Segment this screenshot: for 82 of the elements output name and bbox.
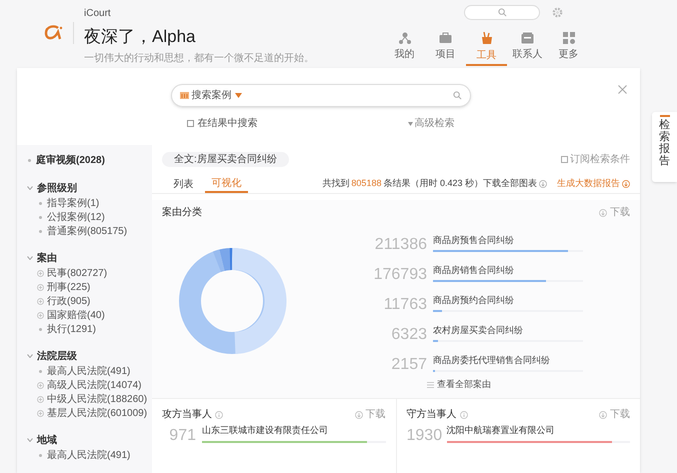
sidebar-item[interactable]: 公报案例(12) [47, 210, 105, 224]
bullet-icon [28, 158, 31, 162]
sidebar-item[interactable]: 最高人民法院(491) [47, 448, 130, 462]
nav-tab[interactable]: 我的 [384, 30, 425, 66]
contact-card-icon [521, 32, 534, 44]
sidebar-item[interactable]: 高级人民法院(14074) [47, 378, 142, 392]
panel-title: 攻方当事人 [162, 408, 212, 422]
sidebar-item[interactable]: 刑事(225) [47, 280, 90, 294]
info-icon [215, 410, 223, 418]
sidebar-item[interactable]: 中级人民法院(188260) [47, 392, 148, 406]
party-name[interactable]: 沈阳中航瑞赛置业有限公司 [446, 424, 630, 438]
chevron-icon[interactable] [27, 354, 33, 358]
result-count: 805188 [351, 177, 382, 190]
cause-label[interactable]: 农村房屋买卖合同纠纷 [433, 324, 583, 337]
case-count: 176793 [372, 266, 427, 284]
app-name: iCourt [84, 7, 112, 21]
sidebar-item[interactable]: 指导案例(1) [47, 196, 100, 210]
filter-chip[interactable]: 全文:房屋买卖合同纠纷 [162, 152, 289, 167]
chevron-icon[interactable] [27, 256, 33, 260]
motto-text: 一切伟大的行动和思想，都有一个微不足道的开始。 [84, 52, 314, 66]
caret-icon [234, 93, 242, 98]
grid-icon [562, 32, 574, 44]
search-icon [498, 8, 506, 17]
caret-icon [408, 122, 412, 126]
cause-label[interactable]: 商品房预售合同纠纷 [433, 234, 583, 247]
view-all-link[interactable]: 查看全部案由 [427, 378, 583, 392]
download-icon [622, 180, 630, 188]
party-count: 1930 [406, 426, 440, 444]
nav-tab[interactable]: 联系人 [507, 30, 548, 66]
nav-tab[interactable]: 项目 [425, 30, 466, 66]
download-icon [354, 410, 362, 418]
logo-icon [43, 24, 63, 42]
nav-tab[interactable]: 更多 [548, 30, 589, 66]
case-count: 6323 [390, 326, 427, 344]
search-icon [452, 91, 462, 100]
case-icon [180, 91, 188, 100]
party-count: 971 [168, 426, 196, 444]
result-summary: 条结果（用时 0.423 秒）下载全部图表 [383, 177, 537, 190]
checkbox[interactable] [186, 120, 194, 127]
close-icon[interactable] [618, 85, 627, 94]
cause-label[interactable]: 商品房销售合同纠纷 [433, 264, 583, 277]
download-icon [599, 208, 607, 216]
settings-icon[interactable] [552, 7, 563, 18]
result-summary: 共找到 [322, 177, 350, 190]
case-count: 211386 [374, 236, 427, 254]
search-scope[interactable]: 搜索案例 [192, 88, 232, 103]
sidebar-heading[interactable]: 法院层级 [37, 348, 77, 364]
download-icon[interactable] [539, 180, 547, 188]
case-count: 11763 [382, 296, 427, 314]
briefcase-icon [439, 32, 452, 44]
panel-title: 案由分类 [162, 206, 202, 220]
cause-label[interactable]: 商品房委托代理销售合同纠纷 [433, 354, 583, 367]
list-icon [427, 382, 434, 388]
sidebar-item[interactable]: 普通案例(805175) [47, 224, 128, 238]
sidebar-heading[interactable]: 地域 [37, 432, 57, 448]
download-icon [599, 410, 607, 418]
view-tab[interactable]: 列表 [162, 175, 205, 193]
side-report-tab[interactable]: 检索报告 [652, 112, 677, 182]
people-icon [398, 32, 410, 44]
party-name[interactable]: 山东三联城市建设有限责任公司 [202, 424, 386, 438]
sidebar-heading[interactable]: 庭审视频(2028) [36, 152, 105, 168]
checkbox[interactable] [561, 156, 568, 163]
sidebar-item[interactable]: 最高人民法院(491) [47, 364, 130, 378]
sidebar-item[interactable]: 执行(1291) [47, 322, 96, 336]
checkbox-label: 在结果中搜索 [198, 116, 258, 131]
case-count: 2157 [390, 356, 427, 374]
search-field[interactable] [464, 5, 540, 20]
search-bar[interactable]: 搜索案例 [170, 84, 470, 107]
sidebar-item[interactable]: 国家赔偿(40) [47, 308, 105, 322]
sidebar-heading[interactable]: 案由 [37, 250, 57, 266]
advanced-search-link[interactable]: 高级检索 [408, 116, 454, 131]
sidebar-item[interactable]: 民事(802727) [47, 266, 108, 280]
sidebar-heading[interactable]: 参照级别 [37, 180, 77, 196]
chevron-icon[interactable] [27, 438, 33, 442]
chevron-icon[interactable] [27, 186, 33, 190]
cause-label[interactable]: 商品房预约合同纠纷 [433, 294, 583, 307]
sidebar-item[interactable]: 基层人民法院(601009) [47, 406, 148, 420]
cup-icon [480, 32, 492, 45]
info-icon [460, 410, 468, 418]
panel-title: 守方当事人 [406, 408, 456, 422]
sidebar-item[interactable]: 行政(905) [47, 294, 90, 308]
greeting-title: 夜深了，Alpha [84, 27, 196, 47]
